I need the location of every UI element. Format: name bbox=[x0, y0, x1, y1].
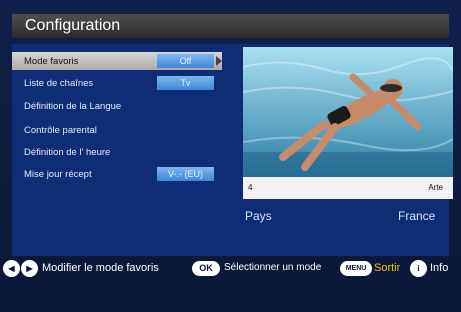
swimmer-image bbox=[243, 47, 453, 177]
mode-favoris-value: Off bbox=[157, 54, 214, 68]
channel-name: Arte bbox=[428, 183, 443, 192]
channel-number: 4 bbox=[248, 183, 253, 192]
menu-item-label: Liste de chaînes bbox=[24, 78, 94, 89]
menu-item-label: Définition de la Langue bbox=[24, 101, 122, 112]
channel-info-bar: 4 Arte bbox=[243, 177, 453, 199]
menu-item-mode-favoris[interactable]: Mode favoris Off bbox=[12, 52, 222, 70]
liste-de-chaines-value: Tv bbox=[157, 76, 214, 90]
menu-item-label: Mise jour récept bbox=[24, 169, 92, 180]
ok-key-icon: OK bbox=[192, 261, 220, 276]
video-preview bbox=[243, 47, 453, 177]
help-menu-text: Sortir bbox=[374, 262, 401, 274]
tv-osd-screen: Configuration Mode favoris Off Liste de … bbox=[0, 0, 461, 312]
help-nav-text: Modifier le mode favoris bbox=[42, 262, 159, 274]
menu-item-label: Contrôle parental bbox=[24, 125, 97, 136]
menu-item-definition-langue[interactable]: Définition de la Langue bbox=[12, 97, 227, 115]
country-label: Pays bbox=[245, 209, 272, 223]
info-icon: i bbox=[410, 260, 427, 277]
menu-item-label: Mode favoris bbox=[24, 56, 79, 67]
mise-jour-recept-value: V-.- (EU) bbox=[157, 167, 214, 181]
menu-key-icon: MENU bbox=[340, 261, 372, 276]
help-info-text: Info bbox=[430, 262, 449, 274]
menu-item-liste-de-chaines[interactable]: Liste de chaînes Tv bbox=[12, 74, 227, 92]
configuration-menu: Mode favoris Off Liste de chaînes Tv Déf… bbox=[12, 44, 453, 256]
menu-item-definition-heure[interactable]: Définition de l' heure bbox=[12, 143, 227, 161]
right-arrow-icon: ▶ bbox=[21, 260, 38, 277]
menu-item-mise-jour-recept[interactable]: Mise jour récept V-.- (EU) bbox=[12, 165, 227, 183]
left-arrow-icon: ◀ bbox=[3, 260, 20, 277]
right-arrow-icon bbox=[216, 56, 222, 66]
menu-item-label: Définition de l' heure bbox=[24, 147, 111, 158]
page-title: Configuration bbox=[25, 17, 121, 34]
help-bar: ◀ ▶ Modifier le mode favoris OK Sélectio… bbox=[0, 258, 461, 280]
country-value: France bbox=[398, 209, 436, 223]
help-ok-text: Sélectionner un mode bbox=[224, 262, 322, 273]
title-bar: Configuration bbox=[12, 14, 449, 38]
menu-item-controle-parental[interactable]: Contrôle parental bbox=[12, 121, 227, 139]
